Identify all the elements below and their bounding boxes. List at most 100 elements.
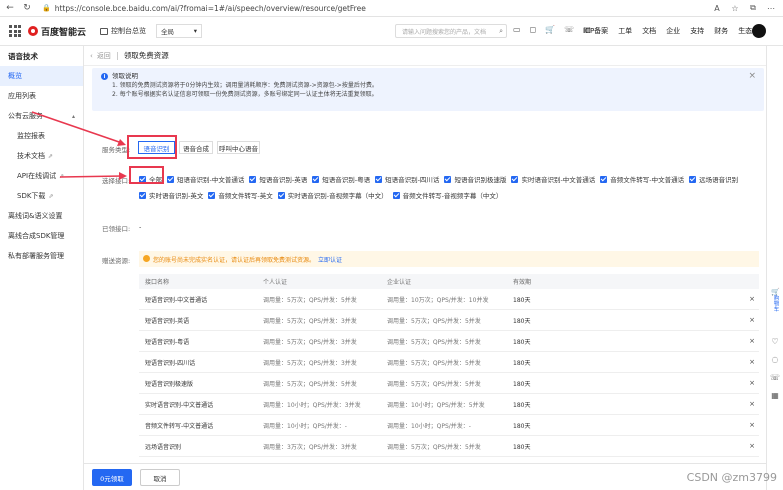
table-row: 短语音识别-粤语 调用量：5万次；QPS/并发：3并发 调用量：5万次；QPS/… (139, 331, 759, 352)
checkbox-interface[interactable]: 远场语音识别 (689, 174, 738, 184)
remove-icon[interactable]: × (745, 421, 759, 429)
message-icon[interactable]: ▭ (513, 25, 521, 34)
notice-title: 领取说明 (112, 72, 138, 80)
cart-icon[interactable]: 🛒 (545, 25, 555, 34)
more-icon[interactable]: ⋯ (765, 2, 777, 14)
collections-icon[interactable]: ⧉ (747, 2, 759, 14)
tab-speech-recognition[interactable]: 语音识别 (138, 141, 175, 154)
search-input[interactable]: 请输入问题搜索您的产品，文档 ⌕ (395, 24, 507, 38)
sidebar-item-offline-sdk[interactable]: 离线合成SDK管理 (0, 226, 83, 246)
sidebar-title: 语音技术 (8, 51, 38, 61)
table-row: 短语音识别极速版 调用量：5万次；QPS/并发：5并发 调用量：5万次；QPS/… (139, 373, 759, 394)
service-type-label: 服务类型: (102, 146, 131, 154)
back-icon[interactable]: ← (3, 1, 17, 15)
checkbox-interface[interactable]: 短语音识别-中文普通话 (167, 174, 244, 184)
cell-enterprise: 调用量：10万次；QPS/并发：10并发 (387, 296, 489, 304)
sidebar-item-label: 公有云服务 (8, 112, 43, 120)
remove-icon[interactable]: × (745, 358, 759, 366)
claim-button[interactable]: 0元领取 (92, 469, 132, 486)
sidebar-item-label: 离线合成SDK管理 (8, 232, 65, 240)
address-bar[interactable]: 🔒 https://console.bce.baidu.com/ai/?from… (42, 4, 366, 13)
cell-personal: 调用量：5万次；QPS/并发：5并发 (263, 380, 357, 388)
phone-icon[interactable]: ☏ (770, 372, 780, 382)
sidebar-item-label: 离线词&语义设置 (8, 212, 63, 220)
cell-validity: 180天 (513, 359, 531, 367)
nav-link-support[interactable]: 支持 (690, 26, 704, 36)
sidebar-item-private-deploy[interactable]: 私有部署服务管理 (0, 246, 83, 266)
notice-line: 1. 领取的免费测试资源将于0分钟内生效；调用量消耗顺序：免费测试资源->资源包… (112, 82, 378, 89)
nav-link-icp[interactable]: ICP备案 (583, 26, 608, 36)
avatar[interactable] (752, 24, 766, 38)
cancel-button[interactable]: 取消 (140, 469, 180, 486)
read-aloud-icon[interactable]: A (711, 2, 723, 14)
favorite-icon[interactable]: ☆ (729, 2, 741, 14)
chat-icon[interactable]: ◌ (770, 354, 780, 364)
nav-link-ecosystem[interactable]: 生态 (738, 26, 752, 36)
column-header: 接口名称 (145, 279, 170, 286)
nav-link-finance[interactable]: 财务 (714, 26, 728, 36)
nav-links: ICP备案 工单 文档 企业 支持 财务 生态 (583, 26, 752, 36)
close-icon[interactable]: × (748, 71, 756, 81)
tab-label: 语音识别 (143, 144, 170, 153)
tab-label: 语音合成 (183, 144, 209, 153)
notification-icon[interactable]: ◻ (530, 25, 537, 34)
search-icon[interactable]: ⌕ (499, 27, 503, 36)
sidebar-item-tech-docs[interactable]: 技术文档 ⇗ (0, 146, 83, 166)
checkbox-all[interactable]: 全部 (139, 174, 162, 184)
remove-icon[interactable]: × (745, 295, 759, 303)
monitor-icon (100, 27, 109, 35)
cart-shortcut[interactable]: 🛒 购物车 (768, 289, 783, 323)
sidebar-item-overview[interactable]: 概览 (0, 66, 83, 86)
checkbox-interface[interactable]: 音频文件转写-英文 (208, 190, 273, 200)
checkbox-interface[interactable]: 实时语音识别-中文普通话 (511, 174, 595, 184)
nav-link-ticket[interactable]: 工单 (618, 26, 632, 36)
chevron-left-icon[interactable]: ‹ (90, 52, 93, 60)
checkbox-checked-icon (600, 175, 608, 183)
remove-icon[interactable]: × (745, 337, 759, 345)
remove-icon[interactable]: × (745, 379, 759, 387)
info-icon: i (101, 73, 108, 80)
checkbox-label: 实时语音识别-英文 (149, 192, 204, 200)
reload-icon[interactable]: ↻ (20, 1, 34, 15)
sidebar-item-sdk[interactable]: SDK下载 ⇗ (0, 186, 83, 206)
apps-grid-icon[interactable] (8, 24, 22, 38)
checkbox-interface[interactable]: 实时语音识别-音视频字幕（中文） (277, 190, 388, 200)
checkbox-interface[interactable]: 短语音识别-四川话 (375, 174, 439, 184)
verify-now-link[interactable]: 立即认证 (318, 255, 342, 264)
sidebar-item-app-list[interactable]: 应用列表 (0, 86, 83, 106)
tab-call-center[interactable]: 呼叫中心语音 (217, 141, 260, 154)
checkbox-interface[interactable]: 音频文件转写-中文普通话 (600, 174, 684, 184)
phone-icon[interactable]: ☏ (564, 25, 574, 34)
checkbox-interface[interactable]: 实时语音识别-英文 (139, 190, 203, 200)
remove-icon[interactable]: × (745, 400, 759, 408)
sidebar-item-label: 监控报表 (17, 132, 45, 140)
cell-validity: 180天 (513, 422, 531, 430)
nav-link-enterprise[interactable]: 企业 (666, 26, 680, 36)
sidebar-item-monitor[interactable]: 监控报表 (0, 126, 83, 146)
tab-speech-synthesis[interactable]: 语音合成 (179, 141, 213, 154)
back-link[interactable]: 返回 (97, 51, 111, 61)
lock-icon: 🔒 (42, 4, 51, 12)
checkbox-interface[interactable]: 短语音识别-粤语 (312, 174, 370, 184)
checkbox-checked-icon (511, 175, 519, 183)
table-row: 短语音识别-英语 调用量：5万次；QPS/并发：3并发 调用量：5万次；QPS/… (139, 310, 759, 331)
cell-interface: 远场语音识别 (145, 443, 182, 451)
remove-icon[interactable]: × (745, 442, 759, 450)
console-overview-link[interactable]: 控制台总览 (100, 26, 146, 36)
nav-link-docs[interactable]: 文档 (642, 26, 656, 36)
checkbox-interface[interactable]: 短语音识别极速版 (444, 174, 506, 184)
checkbox-interface[interactable]: 短语音识别-英语 (249, 174, 307, 184)
cloud-logo-icon (28, 26, 38, 36)
cell-interface: 短语音识别-中文普通话 (145, 296, 208, 304)
sidebar-item-api-debug[interactable]: API在线调试 ⇗ (0, 166, 83, 186)
sidebar-item-offline-words[interactable]: 离线词&语义设置 (0, 206, 83, 226)
checkbox-checked-icon (375, 175, 383, 183)
checkbox-interface[interactable]: 音频文件转写-音视频字幕（中文） (392, 190, 502, 200)
logo[interactable]: 百度智能云 (28, 25, 86, 38)
region-select[interactable]: 全局 ▾ (156, 24, 203, 38)
heart-icon[interactable]: ♡ (770, 336, 780, 346)
remove-icon[interactable]: × (745, 316, 759, 324)
qr-code-icon[interactable]: ▦ (770, 390, 780, 400)
top-navigation: 百度智能云 控制台总览 全局 ▾ 请输入问题搜索您的产品，文档 ⌕ ▭ ◻ 🛒 … (0, 17, 783, 46)
sidebar-item-public-cloud[interactable]: 公有云服务 ▴ (0, 106, 83, 126)
